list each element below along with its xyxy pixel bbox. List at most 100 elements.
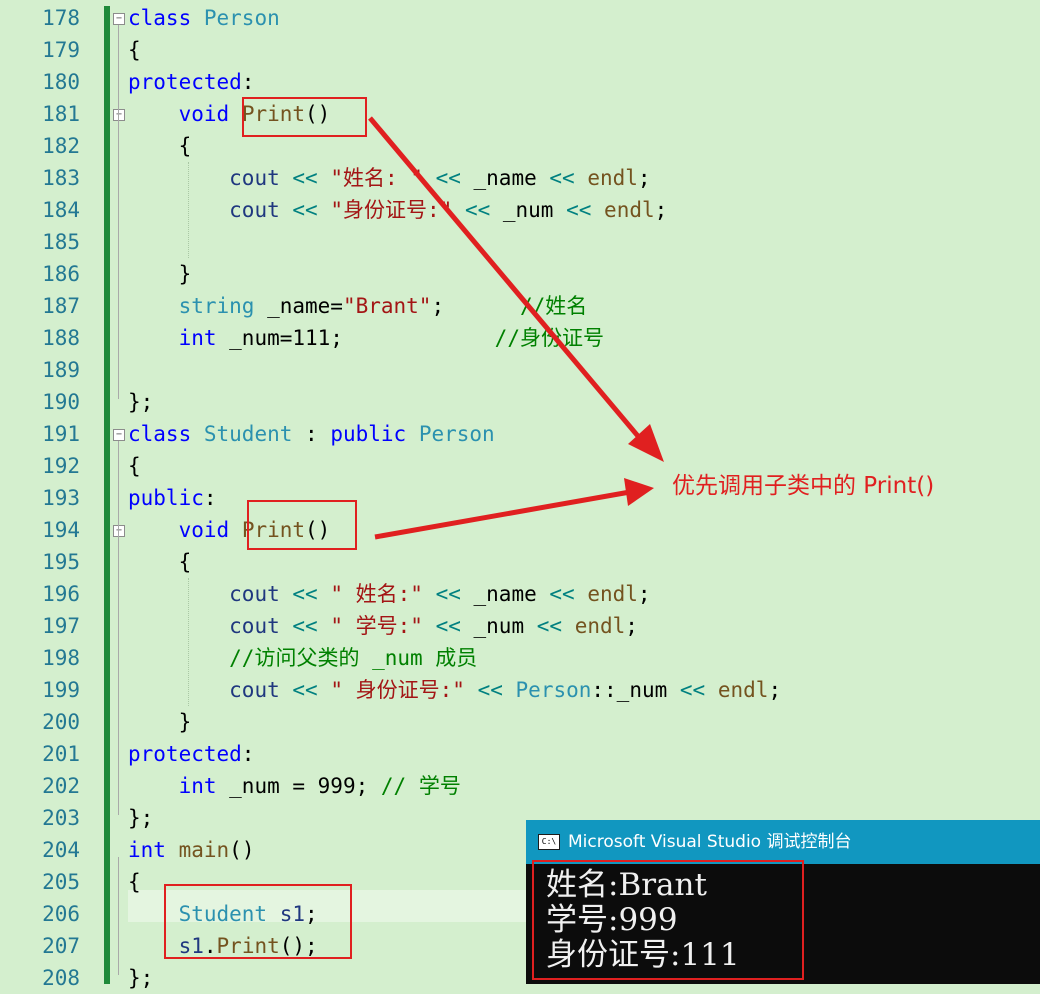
line-number: 187 bbox=[42, 294, 80, 318]
code-line[interactable]: int main() bbox=[128, 834, 254, 866]
code-token: << bbox=[549, 166, 575, 190]
highlight-console-output bbox=[532, 860, 804, 980]
code-token: () bbox=[229, 838, 255, 862]
collapse-icon[interactable]: − bbox=[113, 429, 125, 441]
code-token: : bbox=[241, 742, 255, 766]
code-line[interactable]: } bbox=[128, 258, 192, 290]
highlight-main-calls bbox=[164, 884, 352, 959]
code-token: << bbox=[292, 614, 318, 638]
line-number: 192 bbox=[42, 454, 80, 478]
code-token: "姓名: " bbox=[330, 166, 423, 190]
code-token: cout bbox=[229, 198, 280, 222]
code-token: { bbox=[128, 870, 141, 894]
line-number: 201 bbox=[42, 742, 80, 766]
code-line[interactable]: } bbox=[128, 706, 192, 738]
line-number: 191 bbox=[42, 422, 80, 446]
code-line[interactable]: cout << " 姓名:" << _name << endl; bbox=[128, 578, 650, 610]
code-line[interactable]: //访问父类的 _num 成员 bbox=[128, 642, 477, 674]
line-number: 189 bbox=[42, 358, 80, 382]
code-token: << bbox=[292, 582, 318, 606]
code-token: " 姓名:" bbox=[330, 582, 423, 606]
code-line[interactable]: string _name="Brant"; //姓名 bbox=[128, 290, 588, 322]
code-line[interactable]: cout << "身份证号:" << _num << endl; bbox=[128, 194, 667, 226]
code-line[interactable]: class Person bbox=[128, 2, 280, 34]
code-line[interactable]: }; bbox=[128, 386, 153, 418]
code-token: ; bbox=[625, 614, 638, 638]
code-token: " 身份证号:" bbox=[330, 678, 465, 702]
line-number: 202 bbox=[42, 774, 80, 798]
code-token: main bbox=[178, 838, 230, 862]
code-line[interactable]: cout << "姓名: " << _name << endl; bbox=[128, 162, 650, 194]
collapse-icon[interactable]: − bbox=[113, 13, 125, 25]
line-number: 193 bbox=[42, 486, 80, 510]
line-number: 196 bbox=[42, 582, 80, 606]
code-line[interactable]: protected: bbox=[128, 66, 254, 98]
code-token: << bbox=[536, 614, 563, 638]
line-number: 182 bbox=[42, 134, 80, 158]
line-number: 178 bbox=[42, 6, 80, 30]
console-title-bar[interactable]: C:\ Microsoft Visual Studio 调试控制台 bbox=[526, 820, 1040, 864]
code-token: _name= bbox=[254, 294, 343, 318]
code-token: Student bbox=[203, 422, 293, 446]
code-line[interactable]: { bbox=[128, 866, 141, 898]
code-token: { bbox=[128, 454, 141, 478]
code-line[interactable]: protected: bbox=[128, 738, 254, 770]
code-token: cout bbox=[229, 678, 280, 702]
code-line[interactable]: cout << " 学号:" << _num << endl; bbox=[128, 610, 638, 642]
code-line[interactable]: cout << " 身份证号:" << Person::_num << endl… bbox=[128, 674, 781, 706]
code-line[interactable]: }; bbox=[128, 802, 153, 834]
code-line[interactable]: { bbox=[128, 130, 192, 162]
code-token: { bbox=[128, 550, 192, 574]
code-line[interactable]: }; bbox=[128, 962, 153, 994]
code-token: _name bbox=[460, 166, 550, 190]
code-line[interactable]: { bbox=[128, 546, 192, 578]
code-token: : bbox=[241, 70, 255, 94]
code-line[interactable]: int _num = 999; // 学号 bbox=[128, 770, 461, 802]
code-token: endl bbox=[604, 198, 655, 222]
highlight-person-print bbox=[242, 97, 367, 137]
code-token: << bbox=[435, 614, 461, 638]
code-token: public bbox=[128, 486, 204, 510]
code-token: _name bbox=[460, 582, 550, 606]
code-token: endl bbox=[587, 582, 638, 606]
line-number: 184 bbox=[42, 198, 80, 222]
code-line[interactable]: public: bbox=[128, 482, 217, 514]
line-number: 203 bbox=[42, 806, 80, 830]
code-token: Person bbox=[203, 6, 280, 30]
code-line[interactable]: int _num=111; //身份证号 bbox=[128, 322, 604, 354]
code-token: cout bbox=[229, 582, 280, 606]
line-number: 188 bbox=[42, 326, 80, 350]
code-token: { bbox=[128, 38, 141, 62]
code-token: class bbox=[128, 422, 192, 446]
code-token: ::_num bbox=[591, 678, 680, 702]
collapse-icon[interactable]: − bbox=[113, 109, 125, 121]
line-number: 179 bbox=[42, 38, 80, 62]
collapse-icon[interactable]: − bbox=[113, 525, 125, 537]
code-line[interactable]: { bbox=[128, 34, 141, 66]
code-line[interactable]: class Student : public Person bbox=[128, 418, 495, 450]
line-number: 186 bbox=[42, 262, 80, 286]
code-line[interactable]: { bbox=[128, 450, 141, 482]
code-token: cout bbox=[229, 614, 280, 638]
change-tracking-bar bbox=[104, 6, 110, 984]
line-number: 194 bbox=[42, 518, 80, 542]
line-number: 181 bbox=[42, 102, 80, 126]
